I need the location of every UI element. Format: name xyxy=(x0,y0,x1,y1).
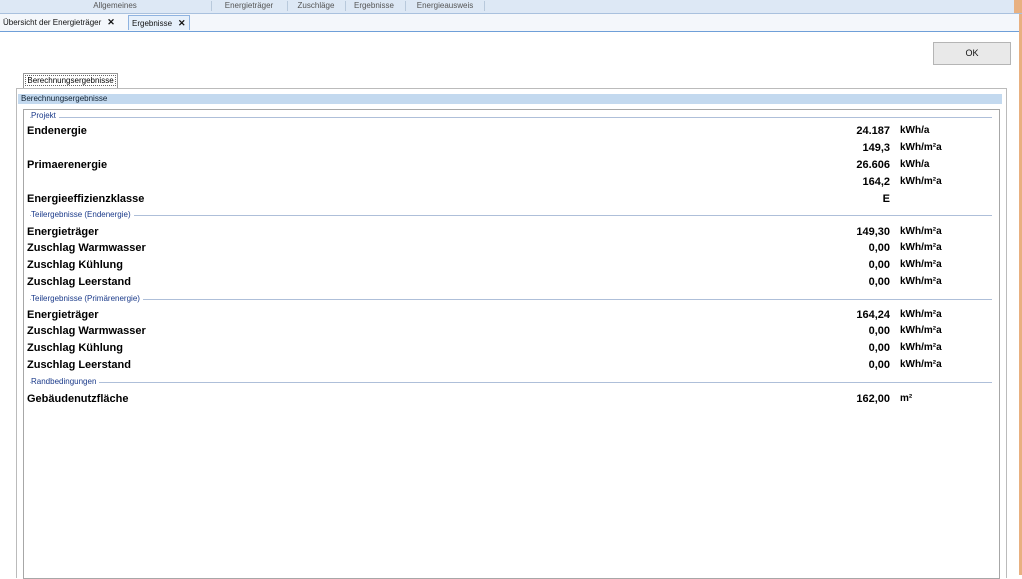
unit-kwh-m2a: kWh/m²a xyxy=(900,242,942,253)
section-header-berechnungsergebnisse: Berechnungsergebnisse xyxy=(18,94,1002,104)
document-tab-strip: Übersicht der Energieträger ✕ Ergebnisse ✕ xyxy=(0,14,1022,32)
label-zuschlag-warmwasser: Zuschlag Warmwasser xyxy=(27,325,146,337)
unit-kwh-a: kWh/a xyxy=(900,125,930,136)
value-zuschlag-kuehlung: 0,00 xyxy=(868,259,890,271)
group-divider xyxy=(30,382,992,383)
unit-kwh-m2a: kWh/m²a xyxy=(900,142,942,153)
tab-label: Berechnungsergebnisse xyxy=(25,75,116,86)
close-icon[interactable]: ✕ xyxy=(107,17,115,27)
window-frame-accent xyxy=(1014,0,1022,13)
ribbon-separator xyxy=(211,1,212,11)
value-energieeffizienzklasse: E xyxy=(882,193,890,205)
group-title-teilergebnisse-primaerenergie: Teilergebnisse (Primärenergie) xyxy=(31,294,143,304)
unit-kwh-m2a: kWh/m²a xyxy=(900,259,942,270)
ribbon-group-energieausweis[interactable]: Energieausweis xyxy=(408,0,482,13)
value-zuschlag-kuehlung: 0,00 xyxy=(868,342,890,354)
unit-kwh-m2a: kWh/m²a xyxy=(900,276,942,287)
label-zuschlag-warmwasser: Zuschlag Warmwasser xyxy=(27,242,146,254)
label-energietraeger: Energieträger xyxy=(27,309,99,321)
ribbon-group-zuschlaege[interactable]: Zuschläge xyxy=(290,0,342,13)
ribbon-group-allgemeines[interactable]: Allgemeines xyxy=(60,0,170,13)
label-zuschlag-kuehlung: Zuschlag Kühlung xyxy=(27,342,123,354)
value-gebaeudenutzflaeche: 162,00 xyxy=(856,393,890,405)
label-energietraeger: Energieträger xyxy=(27,226,99,238)
tab-label: Ergebnisse xyxy=(132,19,173,28)
group-title-projekt: Projekt xyxy=(31,111,59,121)
unit-kwh-m2a: kWh/m²a xyxy=(900,342,942,353)
value-energietraeger: 149,30 xyxy=(856,226,890,238)
value-energietraeger: 164,24 xyxy=(856,309,890,321)
unit-m2: m² xyxy=(900,393,913,404)
label-zuschlag-leerstand: Zuschlag Leerstand xyxy=(27,359,131,371)
group-divider xyxy=(30,215,992,216)
label-zuschlag-kuehlung: Zuschlag Kühlung xyxy=(27,259,123,271)
close-icon[interactable]: ✕ xyxy=(178,18,186,28)
tab-pane-border xyxy=(16,88,1006,89)
group-divider xyxy=(30,117,992,118)
tab-pane-border xyxy=(1006,88,1007,578)
ribbon-bar: Allgemeines Energieträger Zuschläge Erge… xyxy=(0,0,1022,14)
unit-kwh-a: kWh/a xyxy=(900,159,930,170)
ribbon-separator xyxy=(345,1,346,11)
tab-label: Übersicht der Energieträger xyxy=(3,18,102,27)
ribbon-group-ergebnisse[interactable]: Ergebnisse xyxy=(348,0,400,13)
tab-ergebnisse[interactable]: Ergebnisse ✕ xyxy=(128,15,190,30)
ribbon-separator xyxy=(287,1,288,11)
unit-kwh-m2a: kWh/m²a xyxy=(900,359,942,370)
label-energieeffizienzklasse: Energieeffizienzklasse xyxy=(27,193,145,205)
group-title-teilergebnisse-endenergie: Teilergebnisse (Endenergie) xyxy=(31,210,134,220)
group-divider xyxy=(30,299,992,300)
unit-kwh-m2a: kWh/m²a xyxy=(900,226,942,237)
label-gebaeudenutzflaeche: Gebäudenutzfläche xyxy=(27,393,129,405)
value-zuschlag-leerstand: 0,00 xyxy=(868,359,890,371)
value-zuschlag-warmwasser: 0,00 xyxy=(868,242,890,254)
unit-kwh-m2a: kWh/m²a xyxy=(900,309,942,320)
unit-kwh-m2a: kWh/m²a xyxy=(900,176,942,187)
tab-uebersicht-energietraeger[interactable]: Übersicht der Energieträger ✕ xyxy=(0,15,118,30)
value-primaerenergie-kwh: 26.606 xyxy=(856,159,890,171)
ribbon-group-energietraeger[interactable]: Energieträger xyxy=(214,0,284,13)
value-zuschlag-leerstand: 0,00 xyxy=(868,276,890,288)
ok-button[interactable]: OK xyxy=(933,42,1011,65)
label-zuschlag-leerstand: Zuschlag Leerstand xyxy=(27,276,131,288)
unit-kwh-m2a: kWh/m²a xyxy=(900,325,942,336)
value-endenergie-kwhm2: 149,3 xyxy=(862,142,890,154)
tab-berechnungsergebnisse[interactable]: Berechnungsergebnisse xyxy=(23,73,118,88)
ribbon-separator xyxy=(405,1,406,11)
value-zuschlag-warmwasser: 0,00 xyxy=(868,325,890,337)
value-primaerenergie-kwhm2: 164,2 xyxy=(862,176,890,188)
label-endenergie: Endenergie xyxy=(27,125,87,137)
tab-pane-border xyxy=(16,88,17,578)
label-primaerenergie: Primaerenergie xyxy=(27,159,108,171)
ribbon-separator xyxy=(484,1,485,11)
group-title-randbedingungen: Randbedingungen xyxy=(31,377,100,387)
value-endenergie-kwh: 24.187 xyxy=(856,125,890,137)
